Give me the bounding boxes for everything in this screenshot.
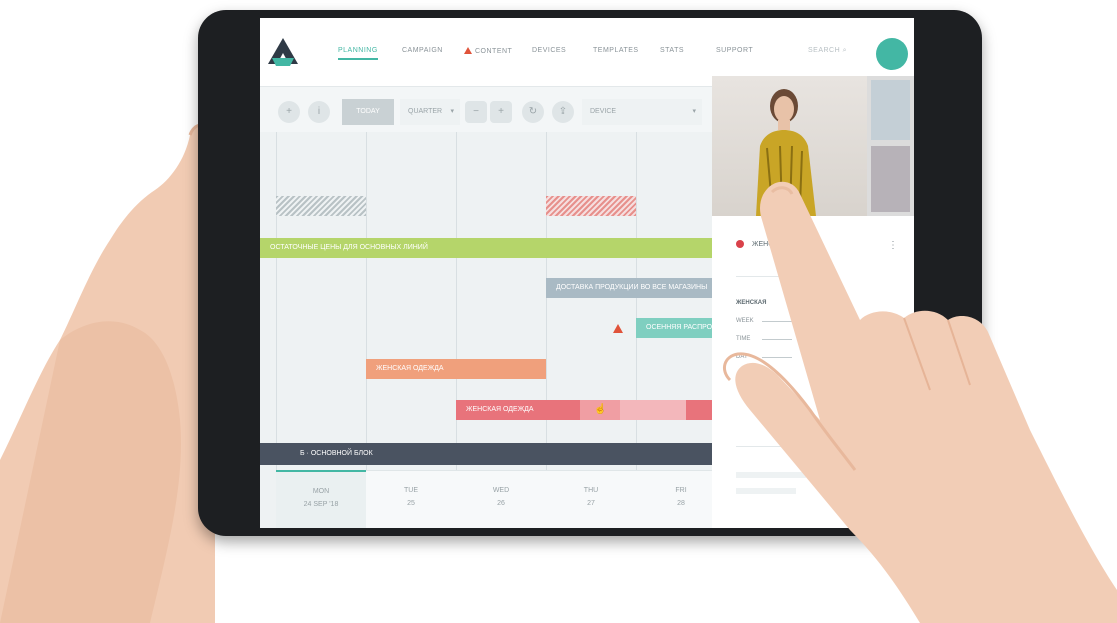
- slider-track[interactable]: [762, 357, 792, 358]
- export-icon[interactable]: ⇪: [552, 101, 574, 123]
- scale-select[interactable]: QUARTER ▾: [400, 99, 460, 125]
- add-icon[interactable]: +: [278, 101, 300, 123]
- scale-select-value: QUARTER: [408, 108, 443, 115]
- warning-icon: [613, 324, 623, 333]
- nav-item-content-label: CONTENT: [475, 48, 513, 55]
- more-options-icon[interactable]: ⋮: [888, 240, 898, 251]
- section-heading: ЖЕНСКАЯ: [736, 300, 767, 306]
- campaign-details: ЖЕНСКАЯ ОДЕЖДА ⋮ ЖЕНСКАЯ WEEK TIME DAY: [712, 216, 914, 528]
- text-placeholder: [736, 488, 796, 494]
- day-date: 27: [587, 500, 595, 507]
- day-date: 25: [407, 500, 415, 507]
- product-thumbnails[interactable]: [867, 76, 914, 216]
- chevron-down-icon: ▾: [450, 108, 454, 115]
- plus-icon[interactable]: +: [490, 101, 512, 123]
- campaign-bar[interactable]: ОСТАТОЧНЫЕ ЦЕНЫ ДЛЯ ОСНОВНЫХ ЛИНИЙ: [260, 238, 712, 258]
- campaign-bar[interactable]: ОСЕННЯЯ РАСПРОДАЖА: [636, 318, 712, 338]
- row-label: DAY: [736, 354, 748, 360]
- day-column-mon[interactable]: MON 24 SEP '18: [276, 470, 366, 528]
- blocked-period-red: [546, 196, 636, 216]
- status-dot-icon: [736, 240, 744, 248]
- nav-item-stats[interactable]: STATS: [660, 47, 684, 54]
- device-filter-value: DEVICE: [590, 108, 617, 115]
- campaign-title: ЖЕНСКАЯ ОДЕЖДА: [752, 241, 820, 248]
- chevron-down-icon: ▾: [692, 108, 696, 115]
- info-icon[interactable]: i: [308, 101, 330, 123]
- slider-track[interactable]: [762, 339, 792, 340]
- day-column-thu[interactable]: THU 27: [546, 470, 636, 528]
- day-name: TUE: [404, 487, 418, 494]
- campaign-bar[interactable]: ЖЕНСКАЯ ОДЕЖДА: [366, 359, 546, 379]
- text-placeholder: [736, 472, 806, 478]
- day-column-wed[interactable]: WED 26: [456, 470, 546, 528]
- model-image: [756, 89, 816, 216]
- timeline-grid: ОСТАТОЧНЫЕ ЦЕНЫ ДЛЯ ОСНОВНЫХ ЛИНИЙ ДОСТА…: [260, 132, 726, 528]
- day-gridline: [366, 132, 367, 470]
- app-screen: PLANNING CAMPAIGN CONTENT DEVICES TEMPLA…: [260, 18, 914, 528]
- today-button[interactable]: TODAY: [342, 99, 394, 125]
- blocked-period-gray: [276, 196, 366, 216]
- warning-icon: [464, 47, 472, 54]
- search-icon: ⌕: [842, 47, 848, 54]
- main-block-bar[interactable]: Б · ОСНОВНОЙ БЛОК: [260, 443, 712, 465]
- day-gridline: [276, 132, 277, 470]
- nav-item-planning[interactable]: PLANNING: [338, 47, 378, 60]
- divider: [736, 276, 836, 277]
- campaign-bar[interactable]: ДОСТАВКА ПРОДУКЦИИ ВО ВСЕ МАГАЗИНЫ: [546, 278, 712, 298]
- minus-icon[interactable]: −: [465, 101, 487, 123]
- search-field[interactable]: SEARCH ⌕: [808, 47, 847, 55]
- detail-panel: ЖЕНСКАЯ ОДЕЖДА ⋮ ЖЕНСКАЯ WEEK TIME DAY: [712, 76, 914, 528]
- day-column-tue[interactable]: TUE 25: [366, 470, 456, 528]
- day-date: 26: [497, 500, 505, 507]
- product-photo: [712, 76, 867, 216]
- day-name: MON: [312, 488, 330, 495]
- row-label: TIME: [736, 336, 751, 342]
- refresh-icon[interactable]: ↻: [522, 101, 544, 123]
- nav-item-devices[interactable]: DEVICES: [532, 47, 566, 54]
- nav-item-support[interactable]: SUPPORT: [716, 47, 753, 54]
- timeline-toolbar: + i TODAY QUARTER ▾ − + ↻ ⇪ DEVICE ▾: [260, 88, 712, 132]
- day-name: THU: [583, 487, 599, 494]
- nav-item-campaign[interactable]: CAMPAIGN: [402, 47, 443, 54]
- app-logo[interactable]: [268, 38, 298, 66]
- tablet-device: PLANNING CAMPAIGN CONTENT DEVICES TEMPLA…: [198, 10, 982, 536]
- row-label: WEEK: [736, 318, 754, 324]
- nav-item-templates[interactable]: TEMPLATES: [593, 47, 639, 54]
- day-name: WED: [492, 487, 510, 494]
- thumbnail-image[interactable]: [871, 146, 910, 212]
- day-date: 24 SEP '18: [303, 501, 339, 508]
- divider: [736, 446, 826, 447]
- search-label: SEARCH: [808, 47, 841, 54]
- thumbnail-image[interactable]: [871, 80, 910, 140]
- bar-highlight-segment: [620, 400, 686, 420]
- nav-item-content[interactable]: CONTENT: [464, 47, 512, 55]
- hand-cursor-icon: ☝: [594, 404, 607, 415]
- slider-track[interactable]: [762, 321, 792, 322]
- user-avatar[interactable]: [876, 38, 908, 70]
- device-filter-select[interactable]: DEVICE ▾: [582, 99, 702, 125]
